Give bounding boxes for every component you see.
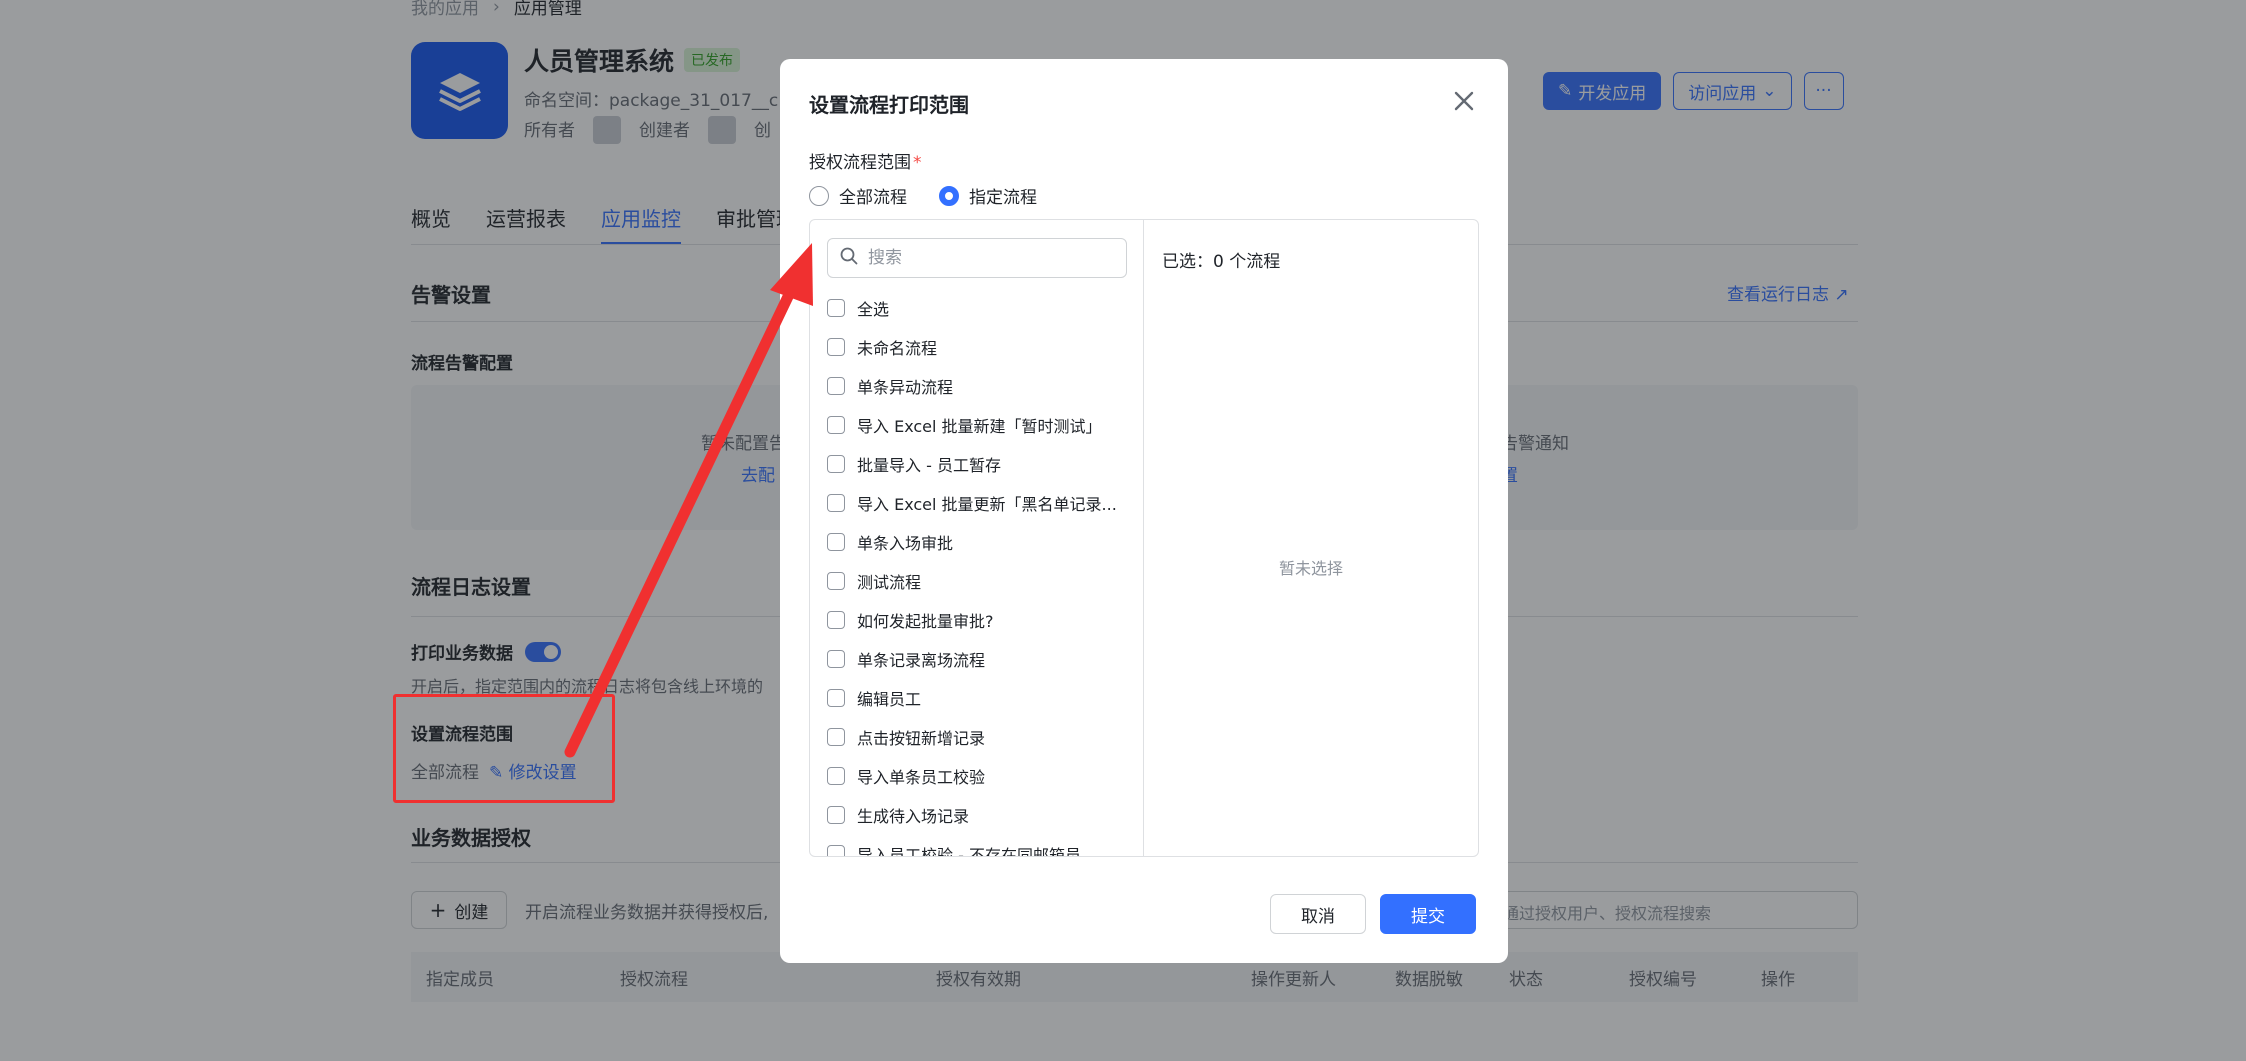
checkbox[interactable] — [827, 688, 845, 707]
list-item-label: 导入员工校验 - 不存在同邮箱员... — [857, 845, 1097, 857]
annotation-highlight-box — [393, 694, 615, 803]
range-radio-group: 全部流程 指定流程 — [809, 183, 1037, 208]
checkbox[interactable] — [827, 415, 845, 434]
cancel-button[interactable]: 取消 — [1270, 894, 1366, 934]
checkbox[interactable] — [827, 766, 845, 785]
search-icon — [840, 247, 858, 269]
list-item-label: 单条异动流程 — [857, 377, 954, 397]
list-item-label: 如何发起批量审批? — [857, 611, 994, 631]
checkbox[interactable] — [827, 844, 845, 856]
list-item[interactable]: 导入 Excel 批量更新「黑名单记录... — [827, 483, 1132, 522]
checkbox[interactable] — [827, 493, 845, 512]
flow-search-input[interactable] — [868, 248, 1108, 268]
list-item-label: 点击按钮新增记录 — [857, 728, 986, 748]
radio-specified-flows[interactable]: 指定流程 — [939, 183, 1037, 208]
list-item[interactable]: 未命名流程 — [827, 327, 1132, 366]
flow-list: 全选 未命名流程 单条异动流程 导入 Excel 批量新建「暂时测试」 批量导入… — [827, 288, 1132, 856]
radio-all-label: 全部流程 — [839, 188, 907, 208]
list-item[interactable]: 测试流程 — [827, 561, 1132, 600]
list-item-label: 导入 Excel 批量更新「黑名单记录... — [857, 494, 1117, 514]
print-range-dialog: 设置流程打印范围 授权流程范围* 全部流程 指定流程 全选 未命名流程 — [780, 59, 1508, 963]
list-item[interactable]: 单条记录离场流程 — [827, 639, 1132, 678]
checkbox[interactable] — [827, 532, 845, 551]
list-item-label: 单条记录离场流程 — [857, 650, 986, 670]
selected-panel: 已选：0 个流程 暂未选择 — [1144, 220, 1478, 856]
list-item-label: 单条入场审批 — [857, 533, 954, 553]
list-item-label: 导入单条员工校验 — [857, 767, 986, 787]
checkbox[interactable] — [827, 805, 845, 824]
checkbox[interactable] — [827, 649, 845, 668]
selected-count: 已选：0 个流程 — [1162, 252, 1281, 272]
list-item-label: 未命名流程 — [857, 338, 938, 358]
list-item[interactable]: 生成待入场记录 — [827, 795, 1132, 834]
field-label-text: 授权流程范围 — [809, 153, 911, 173]
list-item[interactable]: 批量导入 - 员工暂存 — [827, 444, 1132, 483]
flow-search-box[interactable] — [827, 238, 1127, 278]
list-item[interactable]: 如何发起批量审批? — [827, 600, 1132, 639]
radio-all-flows[interactable]: 全部流程 — [809, 183, 907, 208]
checkbox[interactable] — [827, 298, 845, 317]
radio-circle-checked[interactable] — [939, 185, 959, 206]
checkbox[interactable] — [827, 337, 845, 356]
checkbox[interactable] — [827, 454, 845, 473]
list-item-label: 编辑员工 — [857, 689, 922, 709]
flow-transfer-panel: 全选 未命名流程 单条异动流程 导入 Excel 批量新建「暂时测试」 批量导入… — [809, 219, 1479, 857]
list-item-label: 批量导入 - 员工暂存 — [857, 455, 1001, 475]
required-mark: * — [913, 153, 922, 173]
list-item[interactable]: 导入 Excel 批量新建「暂时测试」 — [827, 405, 1132, 444]
radio-circle[interactable] — [809, 185, 829, 206]
list-item[interactable]: 单条异动流程 — [827, 366, 1132, 405]
empty-selection-tip: 暂未选择 — [1278, 559, 1343, 578]
list-item[interactable]: 导入单条员工校验 — [827, 756, 1132, 795]
flow-range-field-label: 授权流程范围 * — [809, 148, 922, 173]
list-item[interactable]: 编辑员工 — [827, 678, 1132, 717]
checkbox[interactable] — [827, 727, 845, 746]
dialog-footer: 取消 提交 — [1270, 894, 1476, 934]
checkbox[interactable] — [827, 376, 845, 395]
dialog-title: 设置流程打印范围 — [809, 93, 969, 117]
submit-button[interactable]: 提交 — [1380, 894, 1476, 934]
list-item-label: 生成待入场记录 — [857, 806, 970, 826]
list-item[interactable]: 点击按钮新增记录 — [827, 717, 1132, 756]
checkbox[interactable] — [827, 610, 845, 629]
close-icon[interactable] — [1450, 87, 1478, 115]
list-item-label: 全选 — [857, 299, 890, 319]
flow-list-panel: 全选 未命名流程 单条异动流程 导入 Excel 批量新建「暂时测试」 批量导入… — [810, 220, 1144, 856]
list-item[interactable]: 导入员工校验 - 不存在同邮箱员... — [827, 834, 1132, 856]
checkbox[interactable] — [827, 571, 845, 590]
list-item[interactable]: 单条入场审批 — [827, 522, 1132, 561]
radio-specified-label: 指定流程 — [969, 188, 1037, 208]
list-item-select-all[interactable]: 全选 — [827, 288, 1132, 327]
list-item-label: 导入 Excel 批量新建「暂时测试」 — [857, 416, 1102, 436]
list-item-label: 测试流程 — [857, 572, 922, 592]
